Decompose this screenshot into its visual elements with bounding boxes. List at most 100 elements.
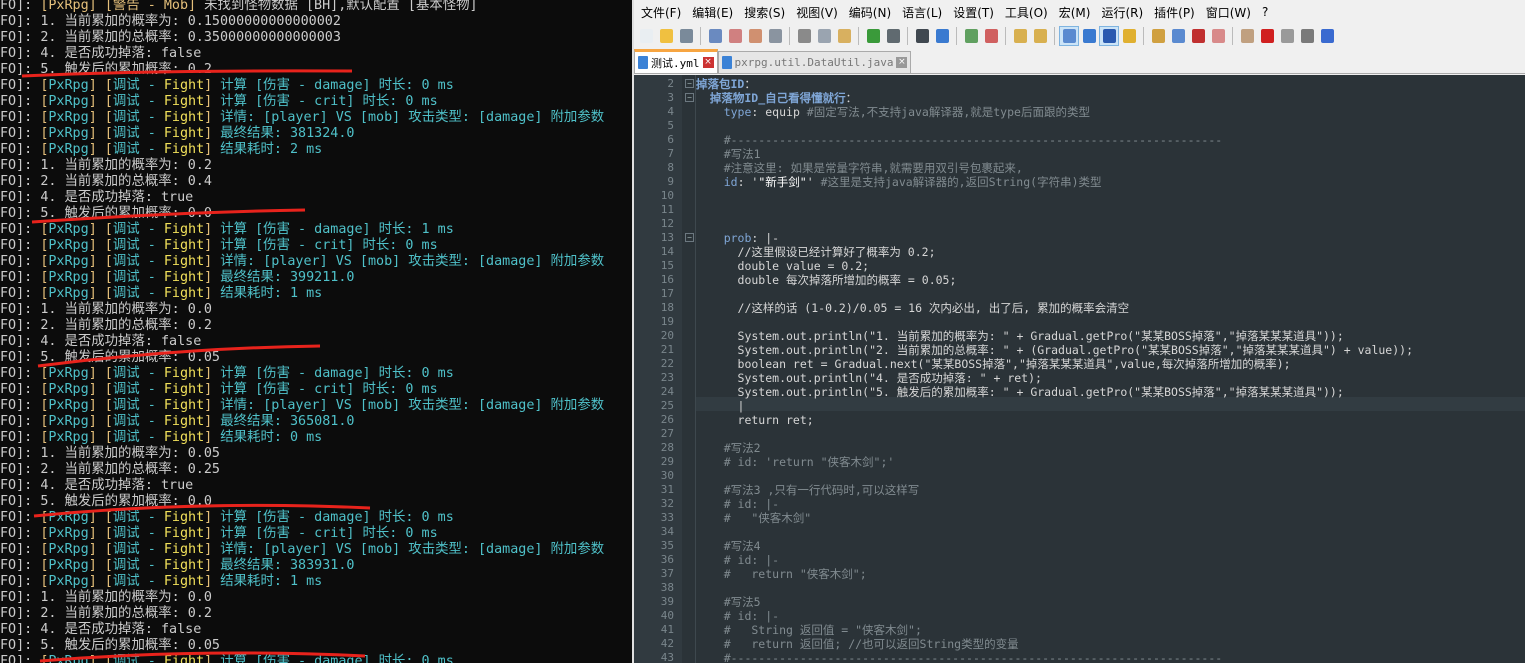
console-line: FO]: [PxRpg] [调试 - Fight] 结果耗时: 0 ms [0, 430, 322, 446]
cut-button[interactable] [795, 27, 813, 45]
stop-record-button[interactable] [1258, 27, 1276, 45]
zoom-out-button[interactable] [982, 27, 1000, 45]
line-number: 8 [667, 161, 674, 174]
dash: - [139, 382, 164, 397]
bracket: ] [204, 142, 221, 157]
bracket: ] [ [88, 238, 113, 253]
show-all-chars-button[interactable] [1080, 27, 1098, 45]
save-button[interactable] [677, 27, 695, 45]
bracket: ] [204, 366, 221, 381]
code-token: id [723, 175, 738, 189]
word-wrap-button[interactable] [1059, 26, 1079, 46]
plugin-tag: PxRpg [48, 414, 89, 429]
tab-test-yml[interactable]: 测试.yml × [634, 49, 718, 73]
fold-margin[interactable] [682, 75, 696, 663]
code-editor[interactable]: 2 3 4 5 6 7 8 9 10 11 12 13 14 15 16 17 18 19 20 21 22 23 24 25… [634, 75, 1525, 663]
close-button[interactable] [726, 27, 744, 45]
log-prefix: FO]: [0, 430, 41, 445]
menu-item[interactable]: 宏(M) [1056, 4, 1099, 21]
monitor-button[interactable] [1209, 27, 1227, 45]
sync-v-button[interactable] [1011, 27, 1029, 45]
code-line: #写法5 [696, 595, 761, 609]
subcategory-tag: Fight [163, 430, 205, 445]
menu-item[interactable]: 视图(V) [793, 4, 846, 21]
log-message: 最终结果: 383931.0 [220, 558, 355, 573]
dash: - [139, 126, 164, 141]
menu-item[interactable]: 插件(P) [1151, 4, 1203, 21]
folder-workspace-button[interactable] [1189, 27, 1207, 45]
menu-item[interactable]: 设置(T) [950, 4, 1002, 21]
bracket: ] [204, 238, 221, 253]
find-button[interactable] [913, 27, 931, 45]
category-tag: 调试 [112, 526, 140, 541]
menu-item[interactable]: 运行(R) [1098, 4, 1151, 21]
bracket: ] [ [88, 270, 113, 285]
function-list-button[interactable] [1169, 27, 1187, 45]
redo-button[interactable] [884, 27, 902, 45]
menu-item[interactable]: 工具(O) [1002, 4, 1056, 21]
log-message: 计算 [伤害 - damage] 时长: 1 ms [220, 222, 454, 237]
print-button[interactable] [766, 27, 784, 45]
log-prefix: FO]: [0, 94, 41, 109]
save-macro-button[interactable] [1318, 27, 1336, 45]
close-all-button[interactable] [746, 27, 764, 45]
code-token: #写法1 [696, 147, 761, 161]
code-token: #---------------------------------------… [696, 133, 1223, 147]
log-prefix: FO]: [0, 110, 41, 125]
undo-button[interactable] [864, 27, 882, 45]
category-tag: 调试 [112, 94, 140, 109]
log-message: 最终结果: 365081.0 [220, 414, 355, 429]
code-line: # id: |- [696, 609, 779, 623]
replace-button[interactable] [933, 27, 951, 45]
zoom-in-button[interactable] [962, 27, 980, 45]
code-line: | [696, 399, 745, 413]
log-prefix: FO]: [0, 462, 41, 477]
fold-toggle-icon[interactable]: − [685, 79, 694, 88]
run-macro-multiple-button[interactable] [1298, 27, 1316, 45]
record-macro-button[interactable] [1238, 27, 1256, 45]
tab-bar: 测试.yml × pxrpg.util.DataUtil.java × [634, 49, 1525, 74]
fold-toggle-icon[interactable]: − [685, 93, 694, 102]
console-line: FO]: 2. 当前累加的总概率: 0.2 [0, 318, 212, 334]
paste-button[interactable] [835, 27, 853, 45]
log-message: 2. 当前累加的总概率: 0.35000000000000003 [40, 30, 341, 45]
menu-item[interactable]: 文件(F) [638, 4, 689, 21]
bracket: ] [204, 558, 221, 573]
open-file-button[interactable] [657, 27, 675, 45]
code-line: System.out.println("5. 触发后的累加概率: " + Gra… [696, 385, 1344, 399]
menu-item[interactable]: 编辑(E) [689, 4, 741, 21]
save-all-button[interactable] [706, 27, 724, 45]
indent-guide-button[interactable] [1099, 26, 1119, 46]
copy-button[interactable] [815, 27, 833, 45]
bracket: ] [204, 126, 221, 141]
line-number: 24 [660, 385, 674, 398]
log-message: 4. 是否成功掉落: false [40, 46, 202, 61]
close-tab-icon[interactable]: × [896, 57, 908, 68]
new-file-button[interactable] [637, 27, 655, 45]
log-message: 计算 [伤害 - crit] 时长: 0 ms [220, 526, 438, 541]
line-number: 31 [660, 483, 674, 496]
log-message: 1. 当前累加的概率为: 0.05 [40, 446, 220, 461]
menu-item[interactable]: ? [1259, 5, 1276, 19]
log-message: 计算 [伤害 - crit] 时长: 0 ms [220, 382, 438, 397]
menu-item[interactable]: 语言(L) [899, 4, 950, 21]
code-line: //这里假设已经计算好了概率为 0.2; [696, 245, 936, 259]
dash: - [139, 254, 164, 269]
play-macro-button[interactable] [1278, 27, 1296, 45]
tab-datautil-java[interactable]: pxrpg.util.DataUtil.java × [717, 51, 912, 73]
menu-item[interactable]: 窗口(W) [1203, 4, 1259, 21]
fold-toggle-icon[interactable]: − [685, 233, 694, 242]
log-message: 1. 当前累加的概率为: 0.0 [40, 590, 212, 605]
subcategory-tag: Fight [163, 382, 205, 397]
log-message: 结果耗时: 2 ms [220, 142, 323, 157]
udl-button[interactable] [1120, 27, 1138, 45]
doc-map-button[interactable] [1149, 27, 1167, 45]
log-message: 详情: [player] VS [mob] 攻击类型: [damage] 附加参… [220, 542, 605, 557]
sync-h-button[interactable] [1031, 27, 1049, 45]
category-tag: 调试 [112, 254, 140, 269]
close-tab-icon[interactable]: × [702, 57, 714, 68]
menu-item[interactable]: 编码(N) [846, 4, 899, 21]
menu-item[interactable]: 搜索(S) [741, 4, 793, 21]
